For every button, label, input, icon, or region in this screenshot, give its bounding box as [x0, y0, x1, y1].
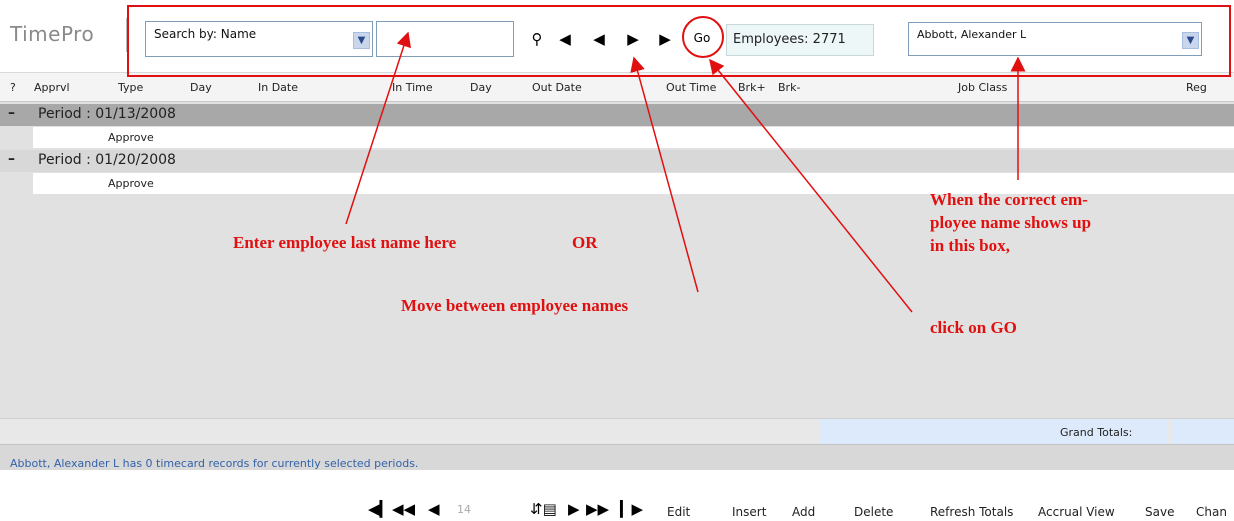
annotation-or: OR [572, 233, 598, 252]
annotation-line: ployee name shows up [930, 213, 1092, 232]
annotation-move-between: Move between employee names [401, 296, 629, 315]
toolbar-highlight-box [127, 5, 1231, 77]
annotation-line: When the correct em- [930, 190, 1088, 209]
go-highlight-circle [682, 16, 724, 58]
arrow-to-nav [630, 56, 699, 293]
arrow-to-go [709, 58, 913, 313]
annotation-overlay [127, 5, 1231, 313]
annotation-enter-name: Enter employee last name here [233, 233, 457, 252]
arrow-to-search [345, 31, 411, 225]
annotation-line: in this box, [930, 236, 1010, 255]
annotation-click-go: click on GO [930, 318, 1017, 337]
annotation-when-correct: When the correct em- ployee name shows u… [930, 188, 1091, 257]
